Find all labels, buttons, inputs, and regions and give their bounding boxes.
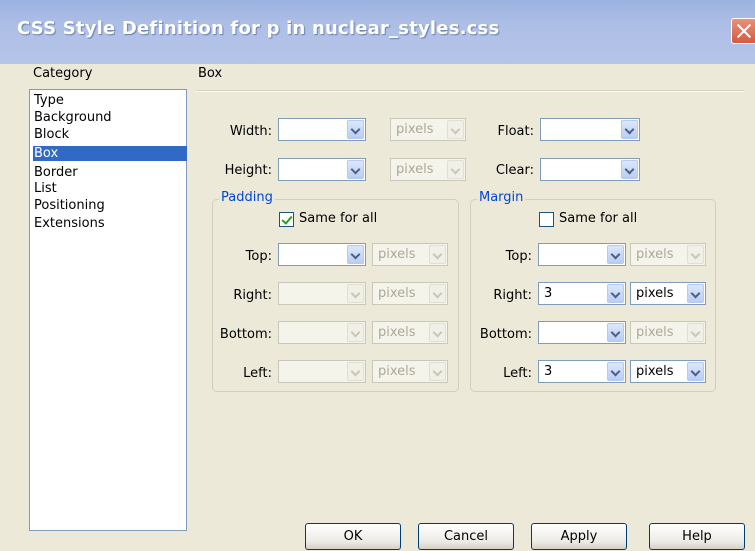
help-button[interactable]: Help	[649, 523, 745, 550]
chevron-down-icon[interactable]	[607, 245, 624, 264]
padding-right-combo	[278, 282, 366, 305]
margin-right-label: Right:	[493, 288, 532, 303]
title-bar: CSS Style Definition for p in nuclear_st…	[0, 0, 755, 64]
padding-top-label: Top:	[245, 249, 272, 264]
margin-right-unit-value: pixels	[636, 286, 674, 301]
margin-bottom-unit-select: pixels	[630, 321, 706, 344]
width-unit-value: pixels	[396, 122, 434, 137]
padding-same-label: Same for all	[299, 211, 378, 226]
chevron-down-icon	[347, 323, 364, 342]
chevron-down-icon	[687, 323, 704, 342]
margin-top-label: Top:	[505, 249, 532, 264]
padding-right-unit-select: pixels	[372, 282, 448, 305]
margin-bottom-unit-value: pixels	[636, 325, 674, 340]
chevron-down-icon[interactable]	[687, 362, 704, 381]
float-label: Float:	[497, 124, 535, 139]
margin-right-combo[interactable]: 3	[538, 282, 626, 305]
margin-left-unit-value: pixels	[636, 364, 674, 379]
chevron-down-icon	[429, 284, 446, 303]
margin-left-unit-select[interactable]: pixels	[630, 360, 706, 383]
chevron-down-icon[interactable]	[607, 323, 624, 342]
margin-same-label: Same for all	[559, 211, 638, 226]
padding-bottom-unit-select: pixels	[372, 321, 448, 344]
chevron-down-icon[interactable]	[687, 284, 704, 303]
margin-left-combo[interactable]: 3	[538, 360, 626, 383]
margin-right-unit-select[interactable]: pixels	[630, 282, 706, 305]
chevron-down-icon	[687, 245, 704, 264]
chevron-down-icon[interactable]	[621, 160, 638, 179]
width-label: Width:	[229, 124, 272, 139]
chevron-down-icon	[429, 245, 446, 264]
chevron-down-icon[interactable]	[621, 120, 638, 139]
padding-right-label: Right:	[233, 288, 272, 303]
chevron-down-icon[interactable]	[607, 284, 624, 303]
padding-top-unit-select: pixels	[372, 243, 448, 266]
chevron-down-icon	[429, 323, 446, 342]
category-item-block[interactable]: Block	[33, 127, 187, 142]
category-item-positioning[interactable]: Positioning	[33, 198, 187, 213]
height-unit-select: pixels	[390, 158, 466, 181]
apply-button[interactable]: Apply	[531, 523, 627, 550]
category-item-border[interactable]: Border	[33, 165, 187, 180]
height-unit-value: pixels	[396, 162, 434, 177]
chevron-down-icon	[429, 362, 446, 381]
category-item-list[interactable]: List	[33, 181, 187, 196]
category-item-box[interactable]: Box	[33, 146, 187, 161]
clear-select[interactable]	[540, 158, 640, 181]
padding-bottom-combo	[278, 321, 366, 344]
chevron-down-icon	[347, 284, 364, 303]
width-unit-select: pixels	[390, 118, 466, 141]
float-select[interactable]	[540, 118, 640, 141]
margin-right-value: 3	[544, 286, 553, 301]
close-icon[interactable]	[731, 18, 755, 44]
margin-top-unit-select: pixels	[630, 243, 706, 266]
padding-left-combo	[278, 360, 366, 383]
chevron-down-icon[interactable]	[347, 245, 364, 264]
padding-left-unit-select: pixels	[372, 360, 448, 383]
clear-label: Clear:	[495, 163, 534, 178]
chevron-down-icon[interactable]	[347, 120, 364, 139]
chevron-down-icon[interactable]	[607, 362, 624, 381]
category-list[interactable]: Type Background Block Box Border List Po…	[29, 89, 187, 531]
chevron-down-icon[interactable]	[347, 160, 364, 179]
category-item-extensions[interactable]: Extensions	[33, 216, 187, 231]
margin-legend: Margin	[477, 190, 526, 205]
padding-right-unit-value: pixels	[378, 286, 416, 301]
margin-top-unit-value: pixels	[636, 247, 674, 262]
margin-same-checkbox[interactable]	[539, 212, 554, 227]
category-item-background[interactable]: Background	[33, 110, 187, 125]
chevron-down-icon	[447, 160, 464, 179]
chevron-down-icon	[347, 362, 364, 381]
padding-same-checkbox[interactable]	[279, 212, 294, 227]
width-combo[interactable]	[278, 118, 366, 141]
margin-left-value: 3	[544, 364, 553, 379]
chevron-down-icon	[447, 120, 464, 139]
height-combo[interactable]	[278, 158, 366, 181]
padding-bottom-unit-value: pixels	[378, 325, 416, 340]
category-item-type[interactable]: Type	[33, 93, 187, 108]
padding-left-unit-value: pixels	[378, 364, 416, 379]
cancel-button[interactable]: Cancel	[418, 523, 514, 550]
padding-left-label: Left:	[243, 366, 272, 381]
margin-bottom-combo[interactable]	[538, 321, 626, 344]
padding-top-unit-value: pixels	[378, 247, 416, 262]
padding-top-combo[interactable]	[278, 243, 366, 266]
ok-button[interactable]: OK	[305, 523, 401, 550]
margin-left-label: Left:	[503, 366, 532, 381]
section-heading: Box	[198, 66, 223, 81]
padding-bottom-label: Bottom:	[219, 327, 272, 342]
padding-legend: Padding	[219, 190, 275, 205]
category-heading: Category	[33, 66, 93, 81]
margin-bottom-label: Bottom:	[479, 327, 532, 342]
margin-top-combo[interactable]	[538, 243, 626, 266]
height-label: Height:	[224, 163, 272, 178]
section-divider	[196, 90, 744, 92]
window-title: CSS Style Definition for p in nuclear_st…	[17, 18, 500, 39]
